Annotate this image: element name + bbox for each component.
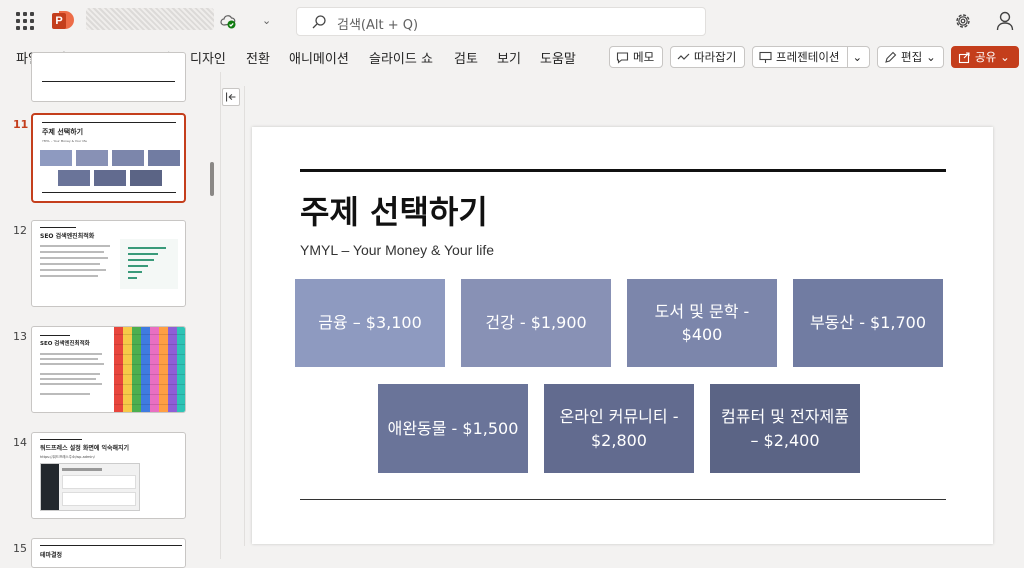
comments-label: 메모 (633, 50, 655, 64)
document-name[interactable] (86, 8, 214, 30)
topic-box-finance[interactable]: 금융 – $3,100 (295, 279, 445, 367)
thumbnail-scrollbar[interactable] (210, 162, 214, 196)
share-icon (958, 51, 970, 63)
topic-box-computers[interactable]: 컴퓨터 및 전자제품 – $2,400 (710, 384, 860, 473)
gear-icon[interactable] (954, 12, 972, 30)
slide-number: 14 (13, 436, 27, 449)
share-button[interactable]: 공유 ⌄ (951, 46, 1019, 68)
topic-box-books[interactable]: 도서 및 문학 - $400 (627, 279, 777, 367)
menu-animations[interactable]: 애니메이션 (289, 48, 349, 67)
slide-number: 11 (13, 118, 29, 131)
edit-mode-label: 편집 (901, 50, 923, 64)
slide-number: 12 (13, 224, 27, 237)
slide-canvas[interactable]: 주제 선택하기 YMYL – Your Money & Your life 금융… (252, 127, 993, 544)
menu-transitions[interactable]: 전환 (246, 48, 270, 67)
comment-icon (616, 51, 629, 64)
slide-title[interactable]: 주제 선택하기 (300, 187, 488, 233)
top-rule (300, 169, 946, 172)
sticky-notes-photo (114, 327, 185, 412)
thumb-url: https://워드프레스주소/wp-admin/ (40, 455, 95, 459)
thumb-title: 테마결정 (40, 552, 63, 559)
comments-button[interactable]: 메모 (609, 46, 663, 68)
topic-box-label: 애완동물 - $1,500 (387, 418, 519, 438)
chevron-down-icon: ⌄ (926, 50, 936, 64)
menu-design[interactable]: 디자인 (190, 48, 226, 67)
share-label: 공유 (975, 50, 997, 64)
slide-thumbnail-panel: 11 주제 선택하기 YMYL – Your Money & Your life… (0, 52, 220, 568)
present-dropdown-chevron-icon[interactable]: ⌄ (847, 47, 866, 67)
slide-thumbnail-active[interactable]: 주제 선택하기 YMYL – Your Money & Your life (31, 113, 186, 203)
title-bar: P ⌄ 검색(Alt + Q) (0, 0, 1024, 42)
presentation-icon (759, 51, 772, 63)
edit-mode-button[interactable]: 편집 ⌄ (877, 46, 944, 68)
topic-box-label: 온라인 커뮤니티 - $2,800 (559, 407, 679, 450)
collapse-panel-icon[interactable] (222, 88, 240, 106)
topic-box-label: 컴퓨터 및 전자제품 – $2,400 (721, 407, 849, 450)
pencil-icon (885, 51, 897, 63)
search-input[interactable]: 검색(Alt + Q) (296, 7, 706, 36)
editor-left-edge (244, 86, 245, 546)
catch-up-icon (677, 53, 690, 60)
catch-up-button[interactable]: 따라잡기 (670, 46, 745, 68)
topic-box-label: 도서 및 문학 - $400 (654, 301, 750, 344)
bottom-rule (300, 499, 946, 500)
slide-thumbnail[interactable]: SEO 검색엔진최적화 (31, 220, 186, 307)
slide-thumbnail[interactable] (31, 52, 186, 102)
powerpoint-logo-icon[interactable]: P (52, 11, 74, 31)
topic-box-label: 건강 - $1,900 (485, 313, 587, 333)
thumb-title: SEO 검색엔진최적화 (40, 233, 95, 240)
slide-subtitle[interactable]: YMYL – Your Money & Your life (300, 242, 494, 258)
topic-box-real-estate[interactable]: 부동산 - $1,700 (793, 279, 943, 367)
menu-help[interactable]: 도움말 (540, 48, 576, 67)
slide-thumbnail[interactable]: SEO 검색엔진최적화 (31, 326, 186, 413)
present-label: 프레젠테이션 (776, 50, 840, 64)
topic-box-label: 부동산 - $1,700 (809, 313, 927, 333)
topic-box-health[interactable]: 건강 - $1,900 (461, 279, 611, 367)
slide-thumbnail[interactable]: 워드프레스 설정 화면에 익숙해지기 https://워드프레스주소/wp-ad… (31, 432, 186, 519)
powerpoint-logo-letter: P (52, 13, 66, 29)
menu-view[interactable]: 보기 (497, 48, 521, 67)
slide-number: 13 (13, 330, 27, 343)
thumb-title: 주제 선택하기 (42, 128, 84, 136)
thumb-title: 워드프레스 설정 화면에 익숙해지기 (40, 445, 130, 452)
app-launcher-icon[interactable] (16, 12, 34, 30)
topic-box-pets[interactable]: 애완동물 - $1,500 (378, 384, 528, 473)
search-icon (312, 15, 326, 29)
topic-box-online-community[interactable]: 온라인 커뮤니티 - $2,800 (544, 384, 694, 473)
search-placeholder: 검색(Alt + Q) (337, 18, 419, 33)
cloud-saved-icon (220, 15, 236, 29)
slide-thumbnail[interactable]: 테마결정 (31, 538, 186, 568)
chevron-down-icon: ⌄ (1000, 50, 1010, 64)
present-button[interactable]: 프레젠테이션 ⌄ (752, 46, 870, 68)
menu-slideshow[interactable]: 슬라이드 쇼 (369, 48, 433, 67)
slide-number: 15 (13, 542, 27, 555)
panel-divider (220, 72, 221, 559)
catch-up-label: 따라잡기 (694, 50, 737, 64)
chevron-down-icon[interactable]: ⌄ (262, 14, 271, 27)
topic-box-label: 금융 – $3,100 (318, 313, 422, 333)
thumb-subtitle: YMYL – Your Money & Your life (42, 139, 87, 143)
user-account-icon[interactable] (996, 11, 1014, 31)
thumb-title: SEO 검색엔진최적화 (40, 341, 90, 347)
menu-review[interactable]: 검토 (454, 48, 478, 67)
